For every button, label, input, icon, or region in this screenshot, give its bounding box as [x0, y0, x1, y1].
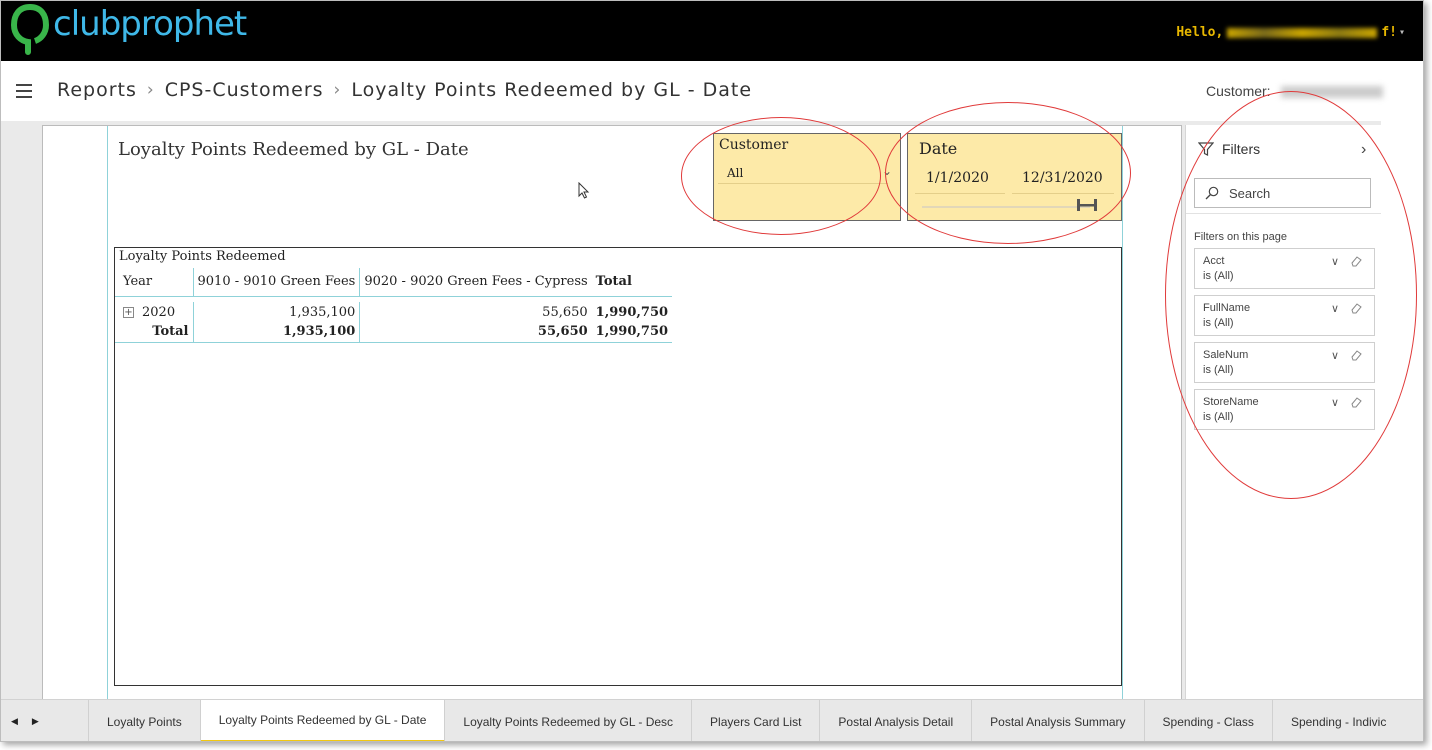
filter-value: is (All): [1203, 364, 1234, 376]
tab-loyalty-points-redeemed-by-gl-desc[interactable]: Loyalty Points Redeemed by GL - Desc: [445, 700, 693, 741]
filters-header: Filters: [1198, 141, 1260, 157]
filter-value: is (All): [1203, 317, 1234, 329]
search-placeholder: Search: [1229, 185, 1271, 201]
eraser-icon[interactable]: [1350, 349, 1362, 361]
tab-spending-class[interactable]: Spending - Class: [1145, 700, 1273, 741]
greeting-text: Hello,: [1176, 25, 1224, 40]
chevron-right-icon: ›: [146, 80, 155, 100]
page-tabs: ◀ ▶ Loyalty Points Loyalty Points Redeem…: [1, 699, 1423, 741]
breadcrumb-cps-customers[interactable]: CPS-Customers: [165, 79, 324, 101]
top-bar: clubprophet Hello, f! ▾: [1, 1, 1423, 61]
customer-label: Customer:: [1206, 83, 1271, 99]
loyalty-points-matrix[interactable]: Loyalty Points Redeemed Year 9010 - 9010…: [114, 247, 1122, 686]
chevron-right-icon: ›: [333, 80, 342, 100]
hamburger-menu-icon[interactable]: [16, 84, 32, 98]
collapse-pane-chevron-icon[interactable]: ›: [1361, 141, 1366, 159]
chevron-down-icon[interactable]: ⌄: [882, 164, 892, 178]
date-slicer: Date 1/1/2020 12/31/2020: [907, 133, 1122, 221]
filter-value: is (All): [1203, 411, 1234, 423]
filter-name: SaleNum: [1203, 349, 1249, 361]
column-header[interactable]: Year: [115, 268, 193, 297]
greeting-suffix: f!: [1381, 25, 1397, 40]
column-header[interactable]: Total: [591, 268, 673, 297]
app-window: clubprophet Hello, f! ▾ Reports › CPS-Cu…: [0, 0, 1424, 742]
breadcrumb-bar: Reports › CPS-Customers › Loyalty Points…: [1, 61, 1423, 121]
filter-card-salenum[interactable]: SaleNum is (All) ∨: [1194, 342, 1375, 383]
table-cell: 1,935,100: [192, 302, 360, 322]
tab-loyalty-points[interactable]: Loyalty Points: [89, 700, 201, 741]
table-cell: 55,650: [359, 302, 592, 322]
right-margin: [1381, 121, 1423, 699]
breadcrumb-reports[interactable]: Reports: [57, 79, 137, 101]
search-icon: [1205, 186, 1219, 200]
filters-title: Filters: [1222, 141, 1261, 157]
divider: [1186, 213, 1382, 214]
filters-pane: Filters › Search Filters on this page Ac…: [1185, 125, 1382, 699]
customer-slicer-dropdown[interactable]: All: [718, 162, 888, 184]
expand-plus-icon[interactable]: +: [123, 306, 134, 318]
filter-name: FullName: [1203, 302, 1251, 314]
customer-slicer-title: Customer: [719, 137, 789, 153]
filter-funnel-icon: [1198, 142, 1214, 156]
breadcrumb-current-report: Loyalty Points Redeemed by GL - Date: [351, 79, 753, 101]
column-header[interactable]: 9020 - 9020 Green Fees - Cypress: [359, 268, 592, 297]
table-cell: 55,650: [359, 322, 592, 343]
chevron-down-icon: ▾: [1398, 27, 1405, 38]
eraser-icon[interactable]: [1350, 396, 1362, 408]
tab-players-card-list[interactable]: Players Card List: [692, 700, 821, 741]
date-start-input[interactable]: 1/1/2020: [915, 162, 1005, 194]
filters-section-label: Filters on this page: [1194, 231, 1287, 243]
matrix-header-row: Year 9010 - 9010 Green Fees 9020 - 9020 …: [115, 268, 673, 297]
mouse-cursor-icon: [578, 182, 590, 199]
breadcrumb: Reports › CPS-Customers › Loyalty Points…: [57, 79, 752, 101]
tab-spending-individual[interactable]: Spending - Indivic: [1273, 700, 1404, 741]
date-range-slider[interactable]: [922, 206, 1090, 208]
date-slicer-title: Date: [919, 139, 958, 158]
report-title: Loyalty Points Redeemed by GL - Date: [118, 139, 469, 160]
date-end-input[interactable]: 12/31/2020: [1012, 162, 1114, 194]
column-header[interactable]: 9010 - 9010 Green Fees: [192, 268, 360, 297]
brand-name: clubprophet: [53, 4, 247, 44]
eraser-icon[interactable]: [1350, 255, 1362, 267]
tab-postal-analysis-summary[interactable]: Postal Analysis Summary: [972, 700, 1145, 741]
chevron-down-icon[interactable]: ∨: [1331, 349, 1339, 362]
tab-scroll-arrows: ◀ ▶: [1, 700, 89, 741]
row-header: +2020: [123, 304, 176, 320]
tab-loyalty-points-redeemed-by-gl-date[interactable]: Loyalty Points Redeemed by GL - Date: [200, 700, 446, 741]
table-row: +2020 1,935,100 55,650 1,990,750: [115, 302, 672, 322]
filter-value: is (All): [1203, 270, 1234, 282]
table-cell: 1,990,750: [591, 322, 673, 343]
filter-name: Acct: [1203, 255, 1225, 267]
matrix-table: Year 9010 - 9010 Green Fees 9020 - 9020 …: [115, 268, 673, 343]
total-row: Total 1,935,100 55,650 1,990,750: [115, 322, 673, 343]
user-menu[interactable]: Hello, f! ▾: [1176, 25, 1405, 40]
chevron-down-icon[interactable]: ∨: [1331, 255, 1339, 268]
customer-slicer[interactable]: Customer All ⌄: [713, 133, 901, 221]
filter-card-storename[interactable]: StoreName is (All) ∨: [1194, 389, 1375, 430]
filter-card-fullname[interactable]: FullName is (All) ∨: [1194, 295, 1375, 336]
tab-scroll-left-icon[interactable]: ◀: [11, 716, 18, 727]
table-cell: 1,990,750: [595, 304, 669, 320]
eraser-icon[interactable]: [1350, 302, 1362, 314]
clubprophet-logo[interactable]: clubprophet: [10, 3, 247, 55]
filter-card-acct[interactable]: Acct is (All) ∨: [1194, 248, 1375, 289]
slider-handle-icon[interactable]: [1076, 198, 1098, 212]
tab-postal-analysis-detail[interactable]: Postal Analysis Detail: [820, 700, 973, 741]
redacted-customer-name: [1281, 86, 1383, 98]
filter-name: StoreName: [1203, 396, 1259, 408]
tab-scroll-right-icon[interactable]: ▶: [32, 716, 39, 727]
table-cell: 1,935,100: [192, 322, 360, 343]
logo-mark-icon: [10, 3, 50, 55]
chevron-down-icon[interactable]: ∨: [1331, 396, 1339, 409]
matrix-title: Loyalty Points Redeemed: [119, 249, 286, 264]
filters-search-input[interactable]: Search: [1194, 178, 1371, 208]
redacted-username: [1227, 27, 1378, 38]
row-header: Total: [115, 322, 193, 343]
chevron-down-icon[interactable]: ∨: [1331, 302, 1339, 315]
